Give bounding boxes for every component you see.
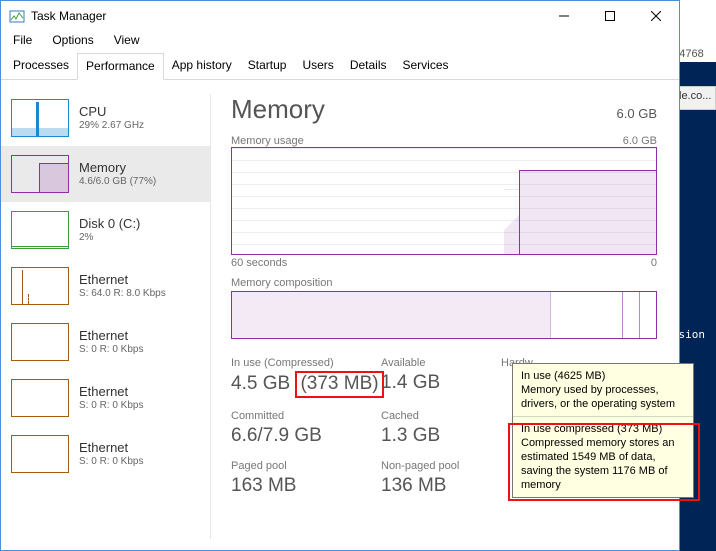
stat-paged-label: Paged pool (231, 460, 381, 472)
tab-performance[interactable]: Performance (77, 53, 164, 80)
sidebar-item-sub: S: 0 R: 0 Kbps (79, 343, 143, 356)
stat-inuse-value: 4.5 GB (373 MB) (231, 371, 381, 398)
sidebar-item-label: Disk 0 (C:) (79, 216, 140, 231)
tooltip-compressed-desc: Compressed memory stores an estimated 15… (521, 436, 685, 492)
stat-available-value: 1.4 GB (381, 371, 501, 398)
minimize-button[interactable] (541, 1, 587, 31)
memory-sparkline-icon (11, 155, 69, 193)
sidebar-item-cpu[interactable]: CPU 29% 2.67 GHz (1, 90, 211, 146)
ethernet-sparkline-icon (11, 323, 69, 361)
menu-view[interactable]: View (112, 31, 142, 49)
menubar: File Options View (1, 31, 679, 53)
disk-sparkline-icon (11, 211, 69, 249)
tab-app-history[interactable]: App history (164, 53, 240, 79)
titlebar[interactable]: Task Manager (1, 1, 679, 31)
chart-usage-label: Memory usage (231, 135, 304, 147)
window-title: Task Manager (31, 9, 541, 23)
tooltip-inuse-desc: Memory used by processes, drivers, or th… (521, 383, 685, 411)
sidebar-item-sub: S: 0 R: 0 Kbps (79, 455, 143, 468)
menu-options[interactable]: Options (50, 31, 95, 49)
memory-usage-chart[interactable] (231, 147, 657, 255)
sidebar-item-ethernet-3[interactable]: Ethernet S: 0 R: 0 Kbps (1, 426, 211, 482)
sidebar-item-ethernet-1[interactable]: Ethernet S: 0 R: 0 Kbps (1, 314, 211, 370)
sidebar-item-sub: 2% (79, 231, 140, 244)
ethernet-sparkline-icon (11, 267, 69, 305)
cpu-sparkline-icon (11, 99, 69, 137)
stat-cached-label: Cached (381, 410, 501, 422)
tooltip-inuse-title: In use (4625 MB) (521, 369, 685, 383)
menu-file[interactable]: File (11, 31, 34, 49)
stat-committed-label: Committed (231, 410, 381, 422)
stat-nonpaged-value: 136 MB (381, 474, 501, 498)
sidebar-item-label: Ethernet (79, 384, 143, 399)
sidebar-item-sub: 29% 2.67 GHz (79, 119, 144, 132)
sidebar-item-label: Ethernet (79, 328, 143, 343)
close-button[interactable] (633, 1, 679, 31)
maximize-button[interactable] (587, 1, 633, 31)
tab-startup[interactable]: Startup (240, 53, 295, 79)
stat-paged-value: 163 MB (231, 474, 381, 498)
memory-tooltip: In use (4625 MB) Memory used by processe… (512, 363, 694, 498)
sidebar-item-sub: S: 64.0 R: 8.0 Kbps (79, 287, 166, 300)
tab-users[interactable]: Users (294, 53, 341, 79)
tooltip-compressed-title: In use compressed (373 MB) (521, 422, 685, 436)
tab-details[interactable]: Details (342, 53, 395, 79)
sidebar-item-sub: S: 0 R: 0 Kbps (79, 399, 143, 412)
stat-committed-value: 6.6/7.9 GB (231, 424, 381, 448)
stat-cached-value: 1.3 GB (381, 424, 501, 448)
ethernet-sparkline-icon (11, 379, 69, 417)
ethernet-sparkline-icon (11, 435, 69, 473)
tab-processes[interactable]: Processes (5, 53, 77, 79)
composition-label: Memory composition (231, 277, 657, 289)
stat-inuse-label: In use (Compressed) (231, 357, 381, 369)
sidebar-item-disk[interactable]: Disk 0 (C:) 2% (1, 202, 211, 258)
chart-usage-max: 6.0 GB (623, 135, 657, 147)
sidebar-item-label: Ethernet (79, 272, 166, 287)
memory-total: 6.0 GB (617, 106, 657, 121)
chart-x-right: 0 (651, 257, 657, 269)
stat-inuse-compressed-highlight: (373 MB) (295, 371, 383, 398)
stat-nonpaged-label: Non-paged pool (381, 460, 501, 472)
tabs: Processes Performance App history Startu… (1, 53, 679, 80)
app-icon (9, 8, 25, 24)
sidebar-item-memory[interactable]: Memory 4.6/6.0 GB (77%) (1, 146, 211, 202)
sidebar-item-sub: 4.6/6.0 GB (77%) (79, 175, 156, 188)
chart-x-left: 60 seconds (231, 257, 287, 269)
sidebar: CPU 29% 2.67 GHz Memory 4.6/6.0 GB (77%)… (1, 80, 211, 549)
sidebar-item-label: CPU (79, 104, 144, 119)
sidebar-item-ethernet-0[interactable]: Ethernet S: 64.0 R: 8.0 Kbps (1, 258, 211, 314)
tab-services[interactable]: Services (395, 53, 457, 79)
page-title: Memory (231, 94, 325, 125)
sidebar-item-label: Ethernet (79, 440, 143, 455)
stat-available-label: Available (381, 357, 501, 369)
memory-composition-chart[interactable] (231, 291, 657, 339)
sidebar-item-ethernet-2[interactable]: Ethernet S: 0 R: 0 Kbps (1, 370, 211, 426)
sidebar-item-label: Memory (79, 160, 156, 175)
